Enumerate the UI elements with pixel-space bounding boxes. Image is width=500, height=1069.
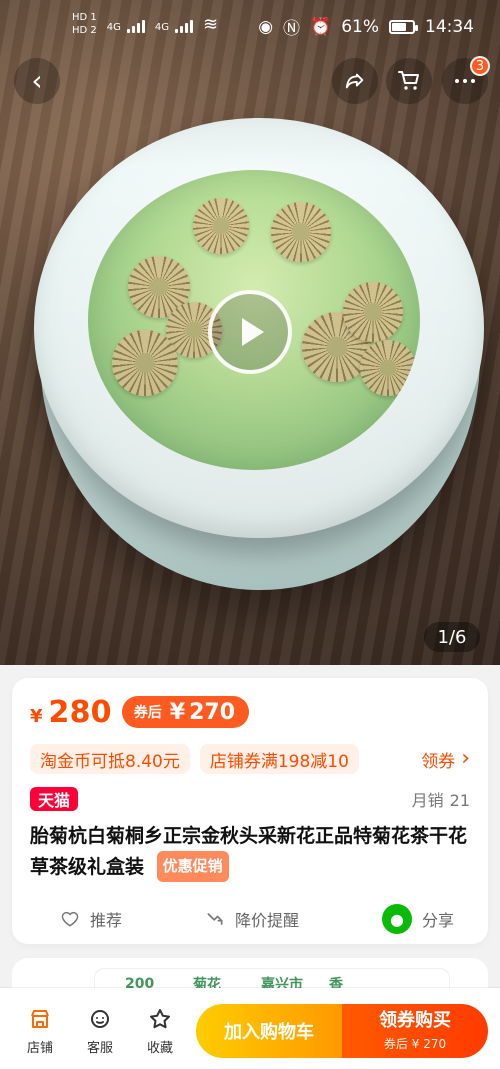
signal-icon [175, 17, 194, 33]
chrysanthemum-flower [343, 282, 403, 342]
favorite-label: 收藏 [146, 1041, 173, 1056]
purchase-buttons: 加入购物车 领券购买 券后 ¥ 270 [196, 1004, 488, 1058]
buy-sub-value: 270 [423, 1036, 447, 1051]
add-to-cart-button[interactable]: 加入购物车 [196, 1004, 342, 1058]
service-label: 客服 [86, 1041, 113, 1056]
video-play-button[interactable] [208, 290, 292, 374]
buy-now-button[interactable]: 领券购买 券后 ¥ 270 [342, 1004, 488, 1058]
after-coupon-value: 270 [189, 699, 236, 725]
recommend-label: 推荐 [90, 911, 123, 930]
card-actions: 推荐 降价提醒 ● 分享 [30, 900, 470, 938]
cart-icon [398, 71, 419, 90]
signal-group-1: 4G [107, 17, 145, 33]
hd1-label: HD 1 [72, 12, 97, 23]
trend-down-icon [205, 909, 225, 929]
nfc-icon: Ⓝ [283, 19, 301, 39]
get-coupon-link[interactable]: 领券 › [421, 747, 470, 772]
buy-sub-prefix: 券后 [383, 1036, 408, 1051]
chevron-right-icon: › [461, 746, 470, 771]
chrysanthemum-flower [112, 330, 178, 396]
hd-indicators: HD 1 HD 2 [72, 13, 97, 36]
status-right: ◉ Ⓝ ⏰ 61% 14:34 [258, 14, 474, 40]
star-icon [147, 1006, 173, 1031]
price: ¥ 280 [30, 695, 112, 730]
heart-icon [60, 909, 80, 929]
hd2-label: HD 2 [72, 25, 97, 36]
price-value: 280 [48, 694, 112, 730]
monthly-sales: 月销 21 [412, 787, 470, 811]
eye-icon: ◉ [258, 16, 274, 37]
battery-icon [389, 19, 418, 34]
status-bar: HD 1 HD 2 4G 4G ≋ ◉ Ⓝ ⏰ 61% 14:34 [0, 0, 500, 54]
buy-now-label: 领券购买 [379, 1009, 451, 1031]
battery-percent: 61% [341, 16, 379, 37]
wifi-icon: ≋ [203, 14, 219, 35]
customer-service-button[interactable]: 客服 [70, 1006, 130, 1056]
share-icon [345, 73, 364, 89]
wechat-icon: ● [381, 904, 412, 934]
more-button[interactable]: 3 [442, 56, 490, 104]
product-title: 胎菊杭白菊桐乡正宗金秋头采新花正品特菊花茶干花草茶级礼盒装 优惠促销 [30, 822, 470, 882]
cart-button[interactable] [386, 58, 432, 104]
network-type-label-2: 4G [154, 21, 170, 33]
bottom-action-bar: 店铺 客服 收藏 加入购物车 领券购买 券后 ¥ 270 [0, 988, 500, 1069]
back-button[interactable]: ‹ [14, 58, 60, 104]
share-action[interactable]: ● 分享 [381, 904, 454, 934]
favorite-button[interactable]: 收藏 [130, 1006, 190, 1056]
product-info-card: ¥ 280 券后 ¥ 270 淘金币可抵8.40元 店铺券满198减10 领券 … [12, 678, 488, 944]
promo-store-coupon[interactable]: 店铺券满198减10 [199, 744, 359, 774]
get-coupon-label: 领券 [421, 751, 456, 772]
notification-badge: 3 [470, 56, 490, 76]
chrysanthemum-flower [193, 198, 249, 254]
promo-tag: 优惠促销 [156, 851, 229, 882]
promo-taojinbi[interactable]: 淘金币可抵8.40元 [30, 744, 190, 774]
network-type-label: 4G [106, 21, 121, 33]
more-icon [455, 79, 475, 83]
monthly-sales-value: 21 [449, 791, 470, 810]
price-currency: ¥ [30, 705, 43, 727]
service-icon [87, 1006, 113, 1031]
after-coupon-amount: ¥ 270 [170, 700, 235, 725]
clock: 14:34 [425, 16, 474, 37]
price-alert-action[interactable]: 降价提醒 [205, 907, 299, 931]
chrysanthemum-flower [271, 202, 331, 262]
share-button[interactable] [332, 58, 378, 104]
monthly-sales-label: 月销 [411, 791, 444, 810]
signal-group-2: 4G [154, 17, 194, 33]
price-alert-label: 降价提醒 [234, 911, 299, 930]
product-media[interactable]: 1/6 [0, 0, 500, 665]
promo-row: 淘金币可抵8.40元 店铺券满198减10 领券 › [30, 742, 470, 776]
tmall-badge: 天猫 [30, 787, 79, 811]
buy-sub-currency: ¥ [411, 1036, 420, 1051]
status-left: HD 1 HD 2 4G 4G ≋ [72, 13, 218, 36]
chrysanthemum-flower [360, 340, 416, 396]
after-coupon-price: 券后 ¥ 270 [121, 696, 250, 728]
signal-icon [126, 17, 145, 33]
product-detail-page: 1/6 HD 1 HD 2 4G 4G ≋ ◉ Ⓝ ⏰ 61% 14:34 ‹ … [0, 0, 500, 1069]
back-icon: ‹ [31, 64, 43, 97]
image-counter: 1/6 [424, 622, 480, 652]
tmall-sales-row: 天猫 月销 21 [30, 786, 470, 812]
shop-icon [27, 1006, 53, 1031]
shop-button[interactable]: 店铺 [10, 1006, 70, 1056]
recommend-action[interactable]: 推荐 [60, 907, 122, 931]
buy-now-subtext: 券后 ¥ 270 [384, 1035, 446, 1052]
share-label: 分享 [421, 911, 454, 930]
after-coupon-currency: ¥ [169, 699, 186, 725]
after-coupon-label: 券后 [133, 705, 162, 721]
alarm-icon: ⏰ [310, 16, 332, 37]
shop-label: 店铺 [26, 1041, 53, 1056]
product-title-text: 胎菊杭白菊桐乡正宗金秋头采新花正品特菊花茶干花草茶级礼盒装 [30, 825, 468, 878]
price-row: ¥ 280 券后 ¥ 270 [30, 692, 470, 732]
bottom-nav: 店铺 客服 收藏 [10, 1006, 190, 1056]
